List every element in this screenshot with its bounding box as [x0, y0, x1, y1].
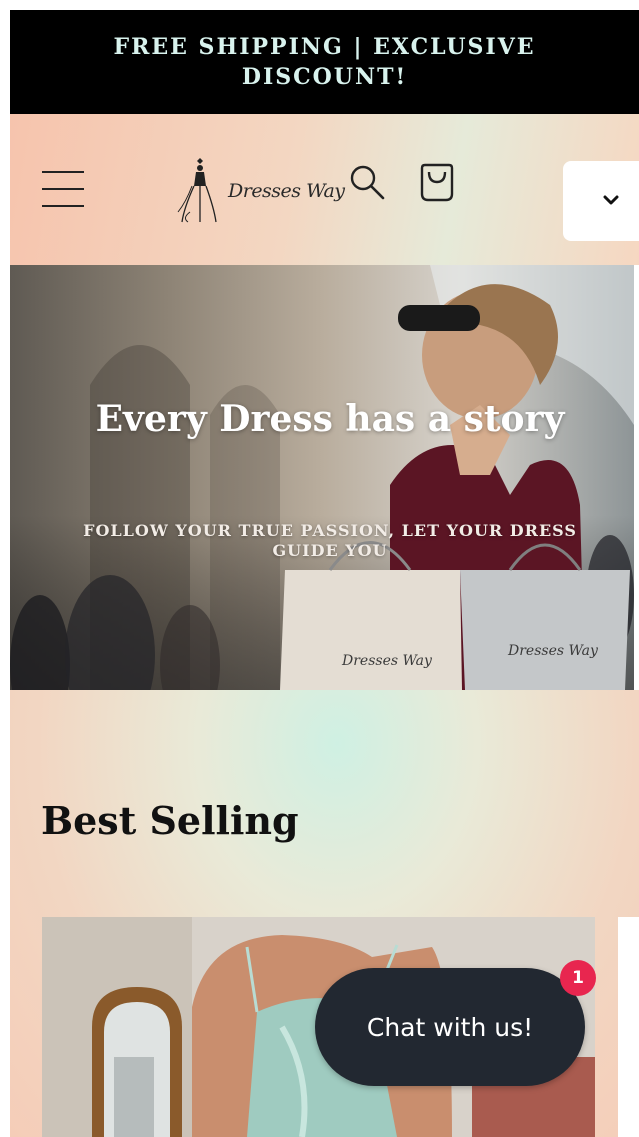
hero-image: Dresses Way Dresses Way [10, 265, 634, 690]
cart-icon[interactable] [415, 160, 459, 204]
announcement-bar: FREE SHIPPING | EXCLUSIVE DISCOUNT! [10, 10, 639, 114]
chat-badge: 1 [560, 960, 596, 996]
dress-figure-icon [177, 158, 217, 223]
chevron-down-icon [603, 195, 619, 205]
product-card[interactable] [618, 917, 639, 1137]
language-dropdown[interactable] [563, 161, 639, 241]
site-header: Dresses Way [10, 114, 639, 265]
hamburger-icon[interactable] [42, 169, 84, 209]
hero-title: Every Dress has a story [95, 398, 565, 440]
page: FREE SHIPPING | EXCLUSIVE DISCOUNT! Dres… [0, 0, 639, 1137]
search-icon[interactable] [347, 162, 387, 202]
hero-subtitle: FOLLOW YOUR TRUE PASSION, LET YOUR DRESS… [83, 521, 577, 560]
svg-text:Dresses Way: Dresses Way [507, 643, 599, 659]
chat-label: Chat with us! [366, 1012, 534, 1042]
logo-text: Dresses Way [228, 180, 345, 202]
section-title: Best Selling [41, 798, 299, 843]
site-logo[interactable]: Dresses Way [170, 152, 360, 224]
svg-text:Dresses Way: Dresses Way [341, 653, 433, 669]
chat-button[interactable]: Chat with us! [315, 968, 585, 1086]
hero-banner[interactable]: Dresses Way Dresses Way Every Dress has … [10, 265, 634, 690]
announcement-text: FREE SHIPPING | EXCLUSIVE DISCOUNT! [113, 34, 536, 90]
